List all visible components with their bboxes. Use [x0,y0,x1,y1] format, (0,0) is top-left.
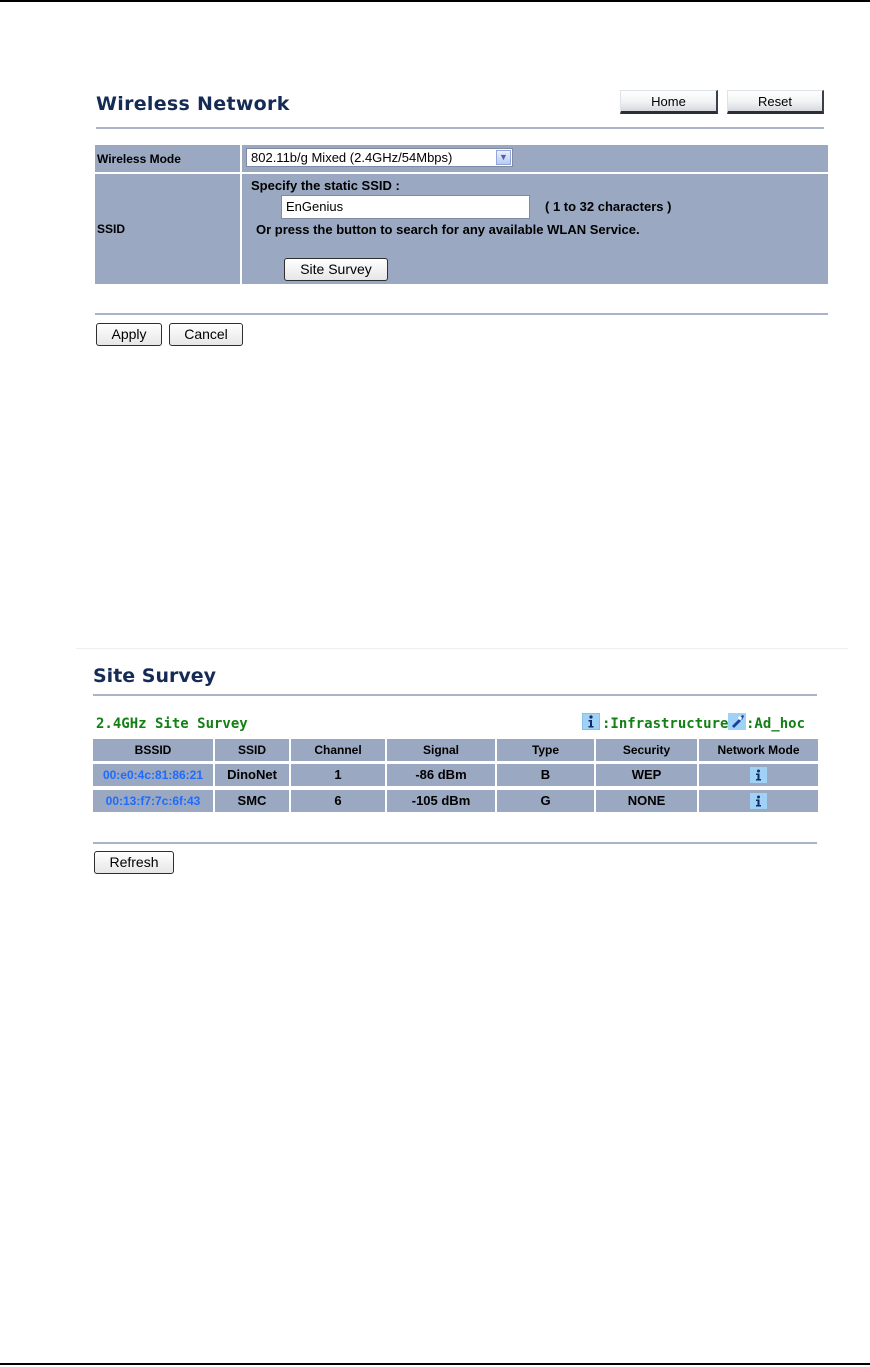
table-divider [93,842,817,844]
title-divider [96,127,824,129]
cancel-button[interactable]: Cancel [169,323,243,346]
ssid-cell: SMC [215,790,289,812]
top-page-rule [0,0,870,2]
type-cell: G [497,790,594,812]
column-header-security: Security [596,739,697,761]
infrastructure-icon [750,766,767,783]
column-header-type: Type [497,739,594,761]
security-cell: WEP [596,764,697,786]
column-header-bssid: BSSID [93,739,213,761]
ssid-cell: Specify the static SSID : EnGenius ( 1 t… [242,174,828,284]
home-button[interactable]: Home [620,90,718,114]
refresh-button[interactable]: Refresh [94,851,174,874]
bottom-page-rule [0,1363,870,1365]
wireless-mode-value: 802.11b/g Mixed (2.4GHz/54Mbps) [251,150,453,165]
type-cell: B [497,764,594,786]
security-cell: NONE [596,790,697,812]
network-mode-cell [699,764,818,786]
site-survey-subtitle: 2.4GHz Site Survey [96,716,248,732]
column-header-network-mode: Network Mode [699,739,818,761]
bssid-link[interactable]: 00:e0:4c:81:86:21 [103,768,203,782]
signal-cell: -86 dBm [387,764,495,786]
bssid-cell: 00:e0:4c:81:86:21 [93,764,213,786]
column-header-channel: Channel [291,739,385,761]
site-survey-title: Site Survey [93,665,217,687]
legend-infrastructure-label: :Infrastructure [602,716,729,732]
legend-adhoc-label: :Ad_hoc [746,716,806,732]
column-header-ssid: SSID [215,739,289,761]
table-row: 00:13:f7:7c:6f:43 SMC 6 -105 dBm G NONE [93,790,818,812]
site-survey-title-divider [93,694,817,696]
column-header-signal: Signal [387,739,495,761]
form-divider [95,313,828,315]
table-row: 00:e0:4c:81:86:21 DinoNet 1 -86 dBm B WE… [93,764,818,786]
bssid-cell: 00:13:f7:7c:6f:43 [93,790,213,812]
wireless-mode-select[interactable]: 802.11b/g Mixed (2.4GHz/54Mbps) ▼ [246,148,513,167]
chevron-down-icon[interactable]: ▼ [496,150,511,165]
channel-cell: 6 [291,790,385,812]
signal-cell: -105 dBm [387,790,495,812]
wireless-network-title: Wireless Network [96,93,290,115]
ssid-search-hint: Or press the button to search for any av… [256,222,640,237]
apply-button[interactable]: Apply [96,323,162,346]
adhoc-icon [728,713,746,730]
infrastructure-icon [582,713,600,730]
ssid-row: SSID Specify the static SSID : EnGenius … [95,174,828,284]
wireless-mode-label: Wireless Mode [95,145,240,172]
ssid-length-hint: ( 1 to 32 characters ) [545,199,672,214]
reset-button[interactable]: Reset [727,90,824,114]
network-mode-cell [699,790,818,812]
site-survey-button[interactable]: Site Survey [284,258,388,281]
wireless-mode-cell: 802.11b/g Mixed (2.4GHz/54Mbps) ▼ [242,145,828,172]
channel-cell: 1 [291,764,385,786]
ssid-label: SSID [95,174,240,284]
bssid-link[interactable]: 00:13:f7:7c:6f:43 [106,794,201,808]
ssid-cell: DinoNet [215,764,289,786]
ssid-specify-label: Specify the static SSID : [251,178,400,193]
section-separator [76,648,848,649]
wireless-mode-row: Wireless Mode 802.11b/g Mixed (2.4GHz/54… [95,145,828,172]
table-header-row: BSSID SSID Channel Signal Type Security … [93,739,818,761]
infrastructure-icon [750,792,767,809]
ssid-input[interactable]: EnGenius [281,195,530,219]
